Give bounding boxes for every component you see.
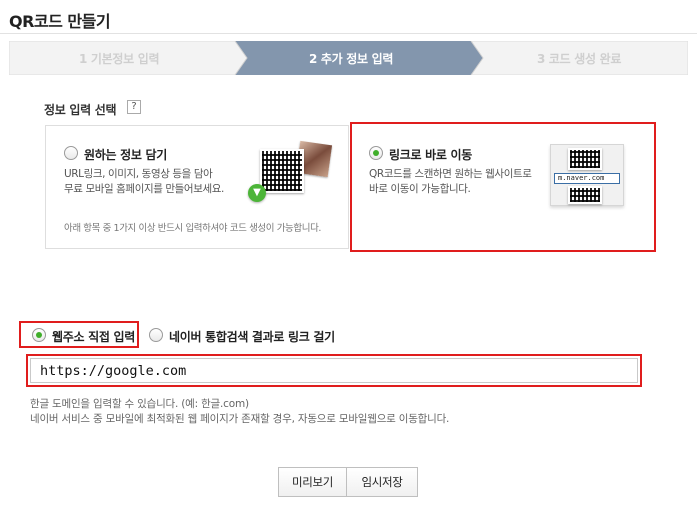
qr-code-icon xyxy=(260,149,304,193)
radio-direct-url[interactable] xyxy=(32,328,46,342)
url-bar-illustration: m.naver.com xyxy=(554,173,620,184)
option-note: 아래 항목 중 1가지 이상 반드시 입력하셔야 코드 생성이 가능합니다. xyxy=(64,223,322,234)
link-option-direct-url[interactable]: 웹주소 직접 입력 xyxy=(19,321,139,348)
url-input-highlight xyxy=(26,354,642,387)
page-title: QR코드 만들기 xyxy=(9,12,111,31)
radio-naver-search[interactable] xyxy=(149,328,163,342)
radio-custom-info[interactable] xyxy=(64,146,78,160)
step-2-label: 2 추가 정보 입력 xyxy=(309,52,394,66)
qr-code-top-icon xyxy=(568,148,602,170)
qr-code-bottom-icon xyxy=(568,186,602,204)
url-input[interactable] xyxy=(30,358,638,383)
radio-link-redirect[interactable] xyxy=(369,146,383,160)
hint-line1: 한글 도메인을 입력할 수 있습니다. (예: 한글.com) xyxy=(30,398,249,410)
naver-search-label: 네이버 통합검색 결과로 링크 걸기 xyxy=(169,330,335,344)
option-card-link-redirect[interactable]: 링크로 바로 이동 QR코드를 스캔하면 원하는 웹사이트로 바로 이동이 가능… xyxy=(350,122,656,252)
step-1-label: 1 기본정보 입력 xyxy=(79,52,160,66)
info-select-label: 정보 입력 선택 xyxy=(44,103,117,117)
option-card-custom-info[interactable]: 원하는 정보 담기 URL링크, 이미지, 동영상 등을 담아 무료 모바일 홈… xyxy=(45,125,349,249)
option-desc-line1: URL링크, 이미지, 동영상 등을 담아 xyxy=(64,168,213,180)
progress-stepper: 1 기본정보 입력 2 추가 정보 입력 3 코드 생성 완료 xyxy=(9,41,688,75)
save-draft-button[interactable]: 임시저장 xyxy=(346,467,418,497)
title-divider xyxy=(0,33,697,34)
help-icon[interactable]: ? xyxy=(127,100,141,114)
option-title: 원하는 정보 담기 xyxy=(84,148,167,162)
option-desc-line2: 바로 이동이 가능합니다. xyxy=(369,183,471,195)
step-3-label: 3 코드 생성 완료 xyxy=(537,52,622,66)
option-desc-line1: QR코드를 스캔하면 원하는 웹사이트로 xyxy=(369,168,532,180)
link-option-naver-search[interactable]: 네이버 통합검색 결과로 링크 걸기 xyxy=(146,321,346,348)
direct-url-label: 웹주소 직접 입력 xyxy=(52,330,135,344)
download-arrow-icon: ▼ xyxy=(248,184,266,202)
preview-button[interactable]: 미리보기 xyxy=(278,467,347,497)
option-desc-line2: 무료 모바일 홈페이지를 만들어보세요. xyxy=(64,183,224,195)
hint-line2: 네이버 서비스 중 모바일에 최적화된 웹 페이지가 존재할 경우, 자동으로 … xyxy=(30,413,450,425)
option-title: 링크로 바로 이동 xyxy=(389,148,472,162)
